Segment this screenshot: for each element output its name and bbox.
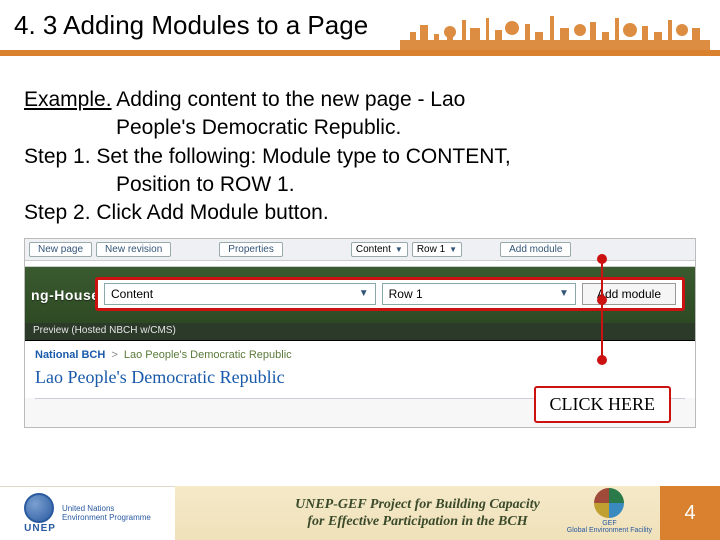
slide-title: 4. 3 Adding Modules to a Page <box>14 10 368 41</box>
breadcrumb: National BCH > Lao People's Democratic R… <box>25 341 695 363</box>
step1-label: Step 1. <box>24 145 96 168</box>
new-revision-button[interactable]: New revision <box>96 242 171 257</box>
callout-dot-icon <box>597 355 607 365</box>
example-label: Example. <box>24 88 112 111</box>
callout-dot-icon <box>597 295 607 305</box>
unep-subtext: United NationsEnvironment Programme <box>62 505 151 523</box>
module-type-value: Content <box>111 287 153 301</box>
add-module-button-small[interactable]: Add module <box>500 242 571 257</box>
breadcrumb-separator: > <box>108 349 120 361</box>
breadcrumb-current: Lao People's Democratic Republic <box>124 349 292 361</box>
highlighted-controls: Content ▼ Row 1 ▼ Add module <box>95 277 685 311</box>
step2-label: Step 2. <box>24 201 96 224</box>
step2-text: Click Add Module button. <box>96 201 328 224</box>
chevron-down-icon: ▼ <box>395 245 403 254</box>
position-select[interactable]: Row 1 ▼ <box>382 283 576 305</box>
slide-footer: UNEP United NationsEnvironment Programme… <box>0 486 720 540</box>
footer-line1: UNEP-GEF Project for Building Capacity <box>295 496 540 514</box>
step1-line2: Position to ROW 1. <box>24 171 696 199</box>
chevron-down-icon: ▼ <box>559 288 569 299</box>
gef-label: GEF <box>567 520 652 527</box>
position-value: Row 1 <box>389 287 423 301</box>
callout-connector-line <box>601 259 603 359</box>
properties-button[interactable]: Properties <box>219 242 283 257</box>
site-banner: ng-House I Content ▼ Row 1 ▼ Add module <box>25 267 695 323</box>
step1-line1: Set the following: Module type to CONTEN… <box>96 145 510 168</box>
footer-line2: for Effective Participation in the BCH <box>307 513 527 531</box>
breadcrumb-root[interactable]: National BCH <box>35 349 105 361</box>
module-type-select-small[interactable]: Content ▼ <box>351 242 408 257</box>
skyline-decoration <box>400 10 710 50</box>
click-here-callout: CLICK HERE <box>534 386 672 423</box>
example-line2: People's Democratic Republic. <box>24 114 696 142</box>
new-page-button[interactable]: New page <box>29 242 92 257</box>
position-select-small[interactable]: Row 1 ▼ <box>412 242 462 257</box>
title-bar: 4. 3 Adding Modules to a Page <box>0 0 720 56</box>
body-text: Example. Adding content to the new page … <box>0 56 720 228</box>
unep-logo-icon <box>24 493 54 523</box>
chevron-down-icon: ▼ <box>449 245 457 254</box>
unep-label: UNEP <box>24 523 56 534</box>
module-type-select[interactable]: Content ▼ <box>104 283 376 305</box>
page-number: 4 <box>660 486 720 540</box>
embedded-screenshot: New page New revision Properties Content… <box>24 238 696 428</box>
chevron-down-icon: ▼ <box>359 288 369 299</box>
gef-subtext: Global Environment Facility <box>567 527 652 534</box>
add-module-button[interactable]: Add module <box>582 283 676 305</box>
gef-logo-icon <box>594 488 624 518</box>
footer-unep-block: UNEP United NationsEnvironment Programme <box>0 486 175 540</box>
preview-tab[interactable]: Preview (Hosted NBCH w/CMS) <box>25 323 695 341</box>
cms-top-toolbar: New page New revision Properties Content… <box>25 239 695 261</box>
position-value-small: Row 1 <box>417 244 445 255</box>
module-type-value-small: Content <box>356 244 391 255</box>
example-line1: Adding content to the new page - Lao <box>112 88 466 111</box>
footer-gef-block: GEF Global Environment Facility <box>567 488 652 534</box>
